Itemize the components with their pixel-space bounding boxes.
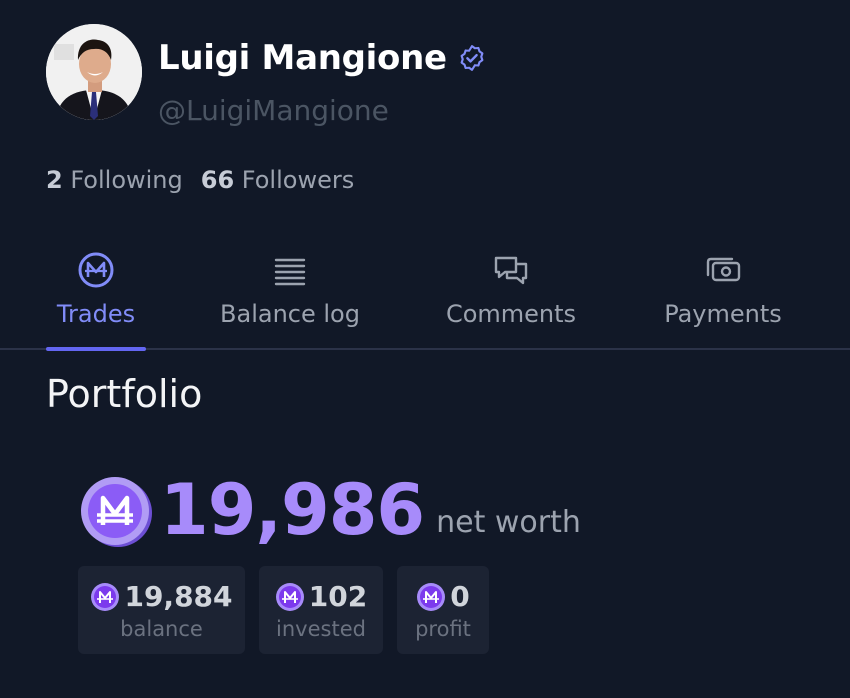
mana-coin-icon — [91, 582, 120, 611]
tab-balance-log-label: Balance log — [220, 300, 360, 328]
mana-coin-icon — [275, 582, 304, 611]
tab-balance-log[interactable]: Balance log — [214, 246, 366, 348]
profit-value: 0 — [450, 580, 470, 613]
chat-bubbles-icon — [494, 256, 528, 285]
tab-payments-label: Payments — [664, 300, 782, 328]
balance-label: balance — [120, 617, 203, 641]
net-worth-value: 19,986 — [160, 469, 425, 551]
profile-tabs: Trades Balance log Comments Payments — [0, 246, 850, 351]
tab-trades-label: Trades — [56, 300, 136, 328]
invested-value: 102 — [308, 580, 368, 613]
followers-link[interactable]: 66 Followers — [201, 166, 354, 194]
invested-card: 102 invested — [259, 566, 383, 654]
profile-name: Luigi Mangione — [158, 38, 447, 78]
following-count: 2 — [46, 166, 63, 194]
profit-card: 0 profit — [397, 566, 489, 654]
avatar[interactable] — [46, 24, 142, 120]
following-label: Following — [70, 166, 183, 194]
balance-value: 19,884 — [124, 580, 233, 613]
balance-card: 19,884 balance — [78, 566, 245, 654]
follow-stats: 2 Following 66 Followers — [46, 166, 354, 194]
tab-comments[interactable]: Comments — [438, 246, 584, 348]
mana-coin-icon — [417, 582, 446, 611]
followers-count: 66 — [200, 166, 235, 194]
profile-name-row: Luigi Mangione — [158, 38, 487, 78]
mana-coin-icon — [78, 252, 114, 288]
following-link[interactable]: 2 Following — [46, 166, 183, 194]
profit-label: profit — [415, 617, 471, 641]
mana-coin-icon — [81, 477, 152, 547]
verified-badge-icon — [460, 45, 484, 71]
tab-trades[interactable]: Trades — [46, 246, 146, 351]
list-icon — [274, 258, 306, 286]
avatar-image — [46, 24, 142, 120]
followers-label: Followers — [241, 166, 355, 194]
net-worth-label: net worth — [436, 505, 581, 540]
net-worth-row: 19,986 net worth — [78, 470, 581, 550]
portfolio-title: Portfolio — [46, 372, 203, 416]
invested-label: invested — [276, 617, 366, 641]
portfolio-stats: 19,884 balance 102 invested 0 profit — [78, 566, 489, 654]
tab-comments-label: Comments — [445, 300, 577, 328]
tab-payments[interactable]: Payments — [658, 246, 788, 348]
cash-icon — [706, 257, 741, 282]
profile-handle: @LuigiMangione — [158, 94, 389, 127]
